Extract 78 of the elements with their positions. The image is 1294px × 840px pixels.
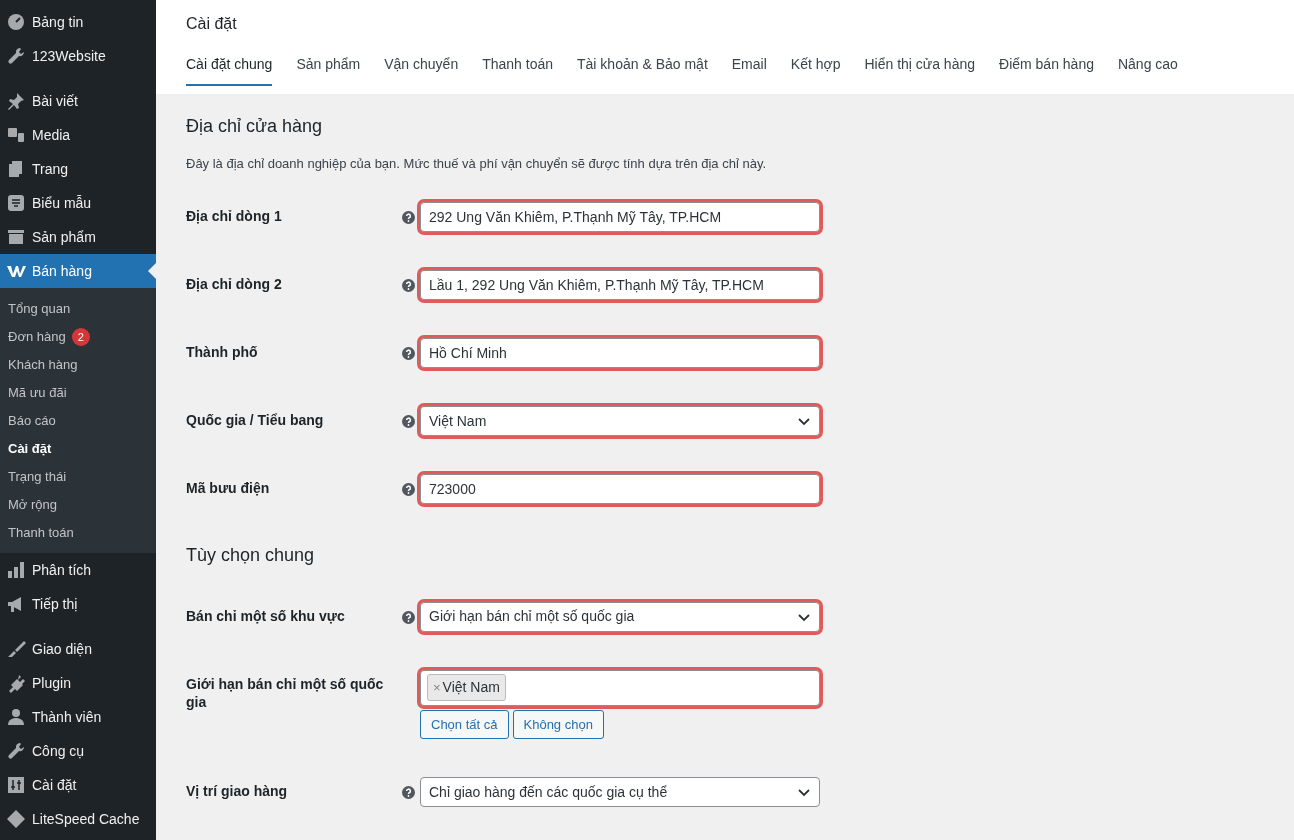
sidebar-item[interactable]: Plugin — [0, 666, 156, 700]
field-label: Vị trí giao hàng — [186, 782, 289, 801]
submenu-item[interactable]: Khách hàng — [0, 351, 156, 379]
submenu-item[interactable]: Thanh toán — [0, 519, 156, 547]
sidebar-item[interactable]: Bán hàng — [0, 254, 156, 288]
sidebar-item[interactable]: Trang — [0, 152, 156, 186]
submenu-item[interactable]: Báo cáo — [0, 407, 156, 435]
diamond-icon — [6, 809, 26, 829]
tab[interactable]: Kết hợp — [790, 42, 841, 86]
tag-label: Việt Nam — [442, 678, 500, 698]
help-icon[interactable] — [402, 786, 415, 800]
sidebar-item[interactable]: Công cụ — [0, 734, 156, 768]
dropdown[interactable]: Việt Nam — [420, 406, 820, 437]
wrench-icon — [6, 46, 26, 66]
submenu-item[interactable]: Đơn hàng 2 — [0, 323, 156, 351]
wrench-icon — [6, 741, 26, 761]
tab[interactable]: Sản phẩm — [296, 42, 361, 86]
person-icon — [6, 707, 26, 727]
field-label: Địa chỉ dòng 2 — [186, 275, 283, 294]
form-icon — [6, 193, 26, 213]
text-field[interactable]: 723000 — [420, 474, 820, 505]
field-label: Quốc gia / Tiểu bang — [186, 411, 325, 430]
tab[interactable]: Vận chuyển — [384, 42, 459, 86]
help-icon[interactable] — [402, 415, 415, 429]
brush-icon — [6, 639, 26, 659]
tab[interactable]: Hiển thị cửa hàng — [864, 42, 975, 86]
section-title: Địa chỉ cửa hàng — [186, 116, 324, 138]
tab[interactable]: Nâng cao — [1117, 42, 1178, 86]
submenu-item[interactable]: Tổng quan — [0, 295, 156, 323]
sidebar-item[interactable]: Sản phẩm — [0, 220, 156, 254]
help-icon[interactable] — [402, 483, 415, 497]
dropdown[interactable]: Giới hạn bán chỉ một số quốc gia — [420, 601, 820, 632]
tab[interactable]: Điểm bán hàng — [999, 42, 1094, 86]
field-label: Giới hạn bán chỉ một số quốc gia — [186, 674, 384, 711]
text-field[interactable]: Lầu 1, 292 Ung Văn Khiêm, P.Thạnh Mỹ Tây, TP.HCM — [420, 270, 820, 301]
sidebar-item[interactable]: Cài đặt — [0, 768, 156, 802]
pushpin-icon — [6, 91, 26, 111]
help-icon[interactable] — [402, 279, 415, 293]
text-field[interactable]: 292 Ung Văn Khiêm, P.Thạnh Mỹ Tây, TP.HCM — [420, 202, 820, 233]
sidebar-item[interactable]: Media — [0, 118, 156, 152]
field-label: Mã bưu điện — [186, 479, 271, 498]
select-button[interactable]: Chọn tất cả — [420, 709, 509, 740]
help-icon[interactable] — [402, 347, 415, 361]
page-title: Cài đặt — [186, 14, 238, 34]
help-icon[interactable] — [402, 211, 415, 225]
sidebar-item[interactable]: Phân tích — [0, 553, 156, 587]
sidebar-item[interactable]: Thành viên — [0, 700, 156, 734]
field-label: Địa chỉ dòng 1 — [186, 207, 283, 226]
section-description: Đây là địa chỉ doanh nghiệp của bạn. Mức thuế và phí vận chuyển sẽ được tính dựa trên địa chỉ này. — [186, 154, 768, 173]
count-badge: 2 — [71, 328, 90, 346]
sidebar-item[interactable]: Biểu mẫu — [0, 186, 156, 220]
tab[interactable]: Email — [731, 42, 767, 86]
submenu-item[interactable]: Mở rộng — [0, 491, 156, 519]
field-label: Thành phố — [186, 343, 259, 362]
sidebar-item[interactable]: Giao diện — [0, 632, 156, 666]
submenu-item[interactable]: Trạng thái — [0, 463, 156, 491]
sidebar-item[interactable]: LiteSpeed Cache — [0, 802, 156, 836]
section-title: Tùy chọn chung — [186, 545, 316, 567]
text-field[interactable]: Hồ Chí Minh — [420, 338, 820, 369]
tab[interactable]: Tài khoản & Bảo mật — [577, 42, 708, 86]
media-icon — [6, 125, 26, 145]
dropdown[interactable]: Chỉ giao hàng đến các quốc gia cụ thể — [420, 777, 820, 808]
gauge-icon — [6, 12, 26, 32]
select-button[interactable]: Không chọn — [512, 709, 604, 740]
bar-chart-icon — [6, 560, 26, 580]
sliders-icon — [6, 775, 26, 795]
help-icon[interactable] — [402, 610, 415, 624]
archive-icon — [6, 227, 26, 247]
field-label: Bán chỉ một số khu vực — [186, 606, 346, 625]
sidebar-item[interactable]: Tiếp thị — [0, 587, 156, 621]
sidebar-item[interactable]: 123Website — [0, 39, 156, 73]
tab[interactable]: Thanh toán — [482, 42, 554, 86]
sidebar-item[interactable]: Bài viết — [0, 84, 156, 118]
sidebar-item[interactable]: Bảng tin — [0, 5, 156, 39]
submenu-item[interactable]: Cài đặt — [0, 435, 156, 463]
tab[interactable]: Cài đặt chung — [186, 42, 273, 86]
submenu-item[interactable]: Mã ưu đãi — [0, 379, 156, 407]
multiselect-field[interactable]: ×Việt Nam — [420, 669, 820, 706]
